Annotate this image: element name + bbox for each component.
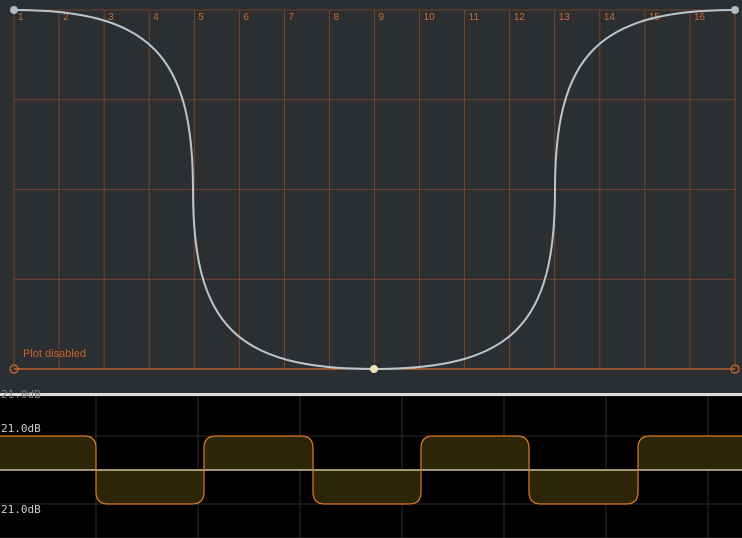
curve-point-center[interactable] — [370, 365, 378, 373]
column-label-13: 13 — [559, 12, 571, 23]
column-label-5: 5 — [198, 12, 204, 23]
column-label-11: 11 — [469, 12, 480, 23]
scope-bottom-db-label: 21.0dB — [1, 503, 41, 516]
curve-editor[interactable]: 1 2 3 4 5 6 7 8 9 10 11 12 13 14 15 16 Plot disabled — [0, 0, 742, 393]
column-label-14: 14 — [604, 12, 616, 23]
curve-point-start[interactable] — [10, 6, 18, 14]
column-label-10: 10 — [424, 12, 436, 23]
column-labels: 1 2 3 4 5 6 7 8 9 10 11 12 13 14 15 16 — [18, 12, 705, 23]
oscilloscope-panel: 21.0dB 21.0dB 21.0dB — [0, 388, 742, 538]
column-label-4: 4 — [153, 12, 159, 23]
plot-status-label: Plot disabled — [23, 348, 86, 360]
column-label-7: 7 — [288, 12, 294, 23]
column-label-12: 12 — [514, 12, 526, 23]
column-label-1: 1 — [18, 12, 24, 23]
column-label-8: 8 — [333, 12, 339, 23]
column-label-6: 6 — [243, 12, 249, 23]
oscilloscope-canvas — [0, 396, 742, 538]
curve-editor-canvas[interactable]: 1 2 3 4 5 6 7 8 9 10 11 12 13 14 15 16 — [0, 0, 742, 393]
curve-point-end[interactable] — [731, 6, 739, 14]
scope-top-db-label: 21.0dB — [1, 422, 41, 435]
editor-grid — [13, 9, 736, 370]
column-label-9: 9 — [379, 12, 385, 23]
scope-grid — [0, 396, 742, 538]
column-label-16: 16 — [694, 12, 706, 23]
scope-top-edge-label: 21.0dB — [1, 388, 41, 401]
shaper-window: 1 2 3 4 5 6 7 8 9 10 11 12 13 14 15 16 Plot disabled 21… — [0, 0, 742, 538]
